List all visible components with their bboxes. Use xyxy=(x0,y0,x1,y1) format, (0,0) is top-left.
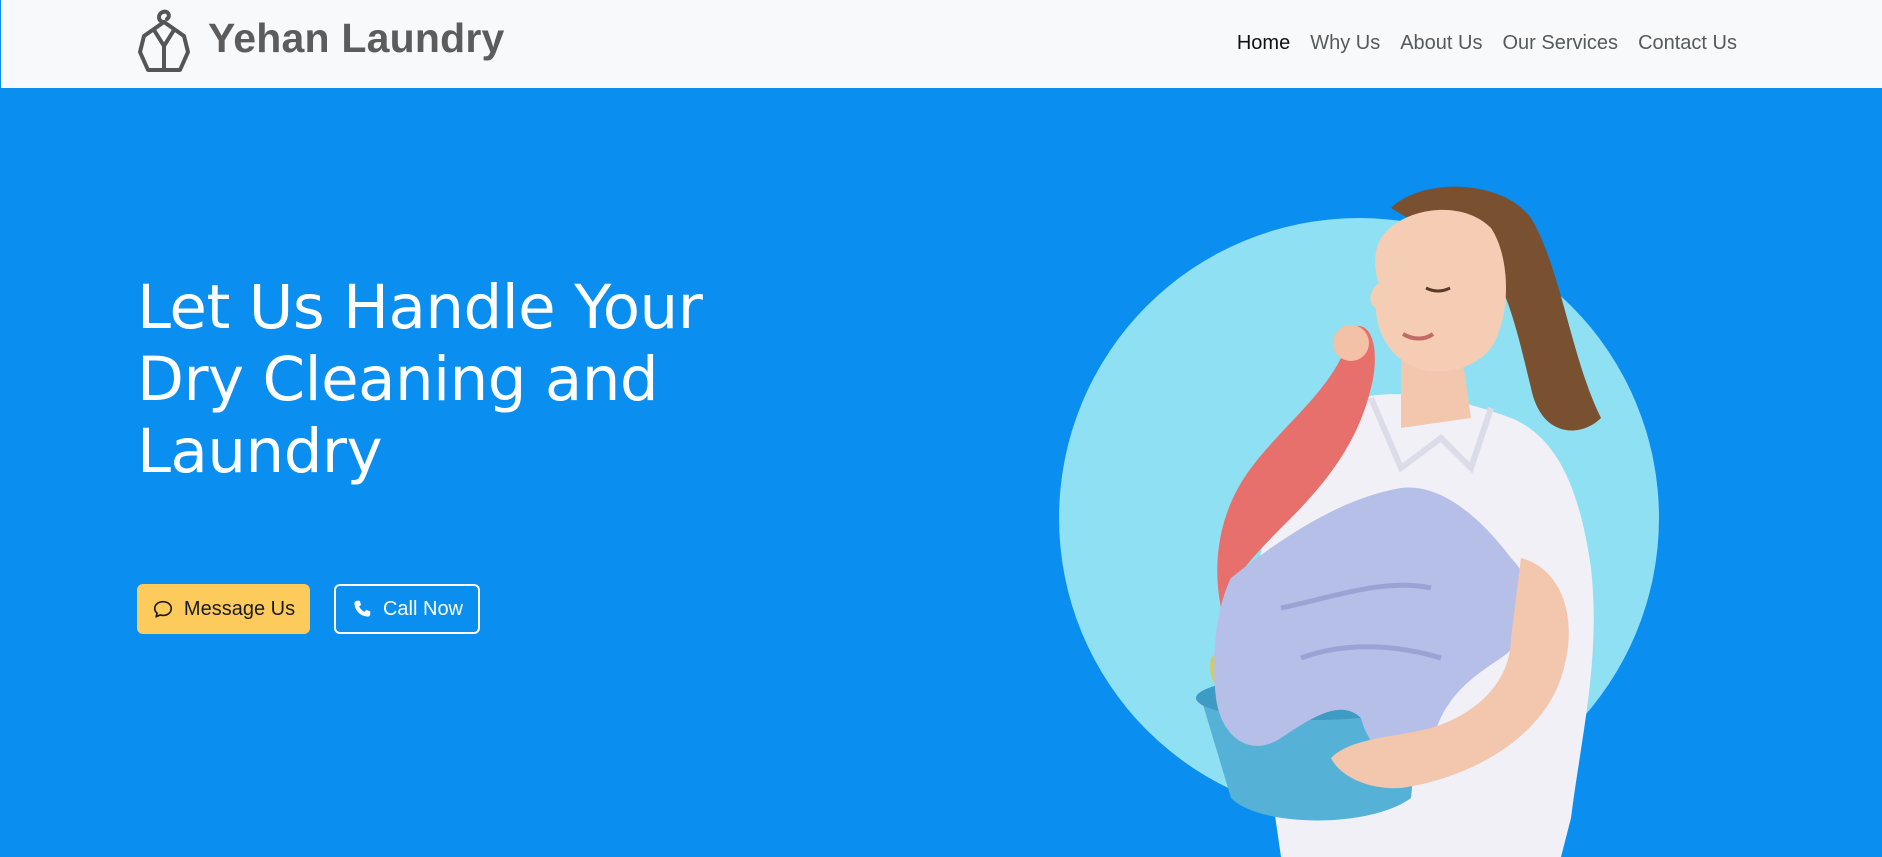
hero-title: Let Us Handle Your Dry Cleaning and Laun… xyxy=(137,272,703,487)
nav-contact-us[interactable]: Contact Us xyxy=(1628,30,1747,56)
message-us-label: Message Us xyxy=(183,597,296,620)
nav-why-us[interactable]: Why Us xyxy=(1300,30,1390,56)
call-now-label: Call Now xyxy=(382,597,464,620)
hero-section: Let Us Handle Your Dry Cleaning and Laun… xyxy=(1,88,1882,857)
brand-name: Yehan Laundry xyxy=(208,14,505,61)
navbar: Yehan Laundry Home Why Us About Us Our S… xyxy=(1,0,1882,88)
chat-bubble-icon xyxy=(153,600,172,618)
call-now-button[interactable]: Call Now xyxy=(334,584,480,634)
message-us-button[interactable]: Message Us xyxy=(137,584,310,634)
nav-our-services[interactable]: Our Services xyxy=(1492,30,1628,56)
brand-link[interactable]: Yehan Laundry xyxy=(136,8,505,74)
main-nav: Home Why Us About Us Our Services Contac… xyxy=(1227,30,1747,56)
hero-illustration xyxy=(1059,186,1659,857)
nav-about-us[interactable]: About Us xyxy=(1390,30,1492,56)
hanger-shirt-icon xyxy=(138,9,190,72)
nav-home[interactable]: Home xyxy=(1227,30,1300,56)
phone-icon xyxy=(354,600,371,617)
